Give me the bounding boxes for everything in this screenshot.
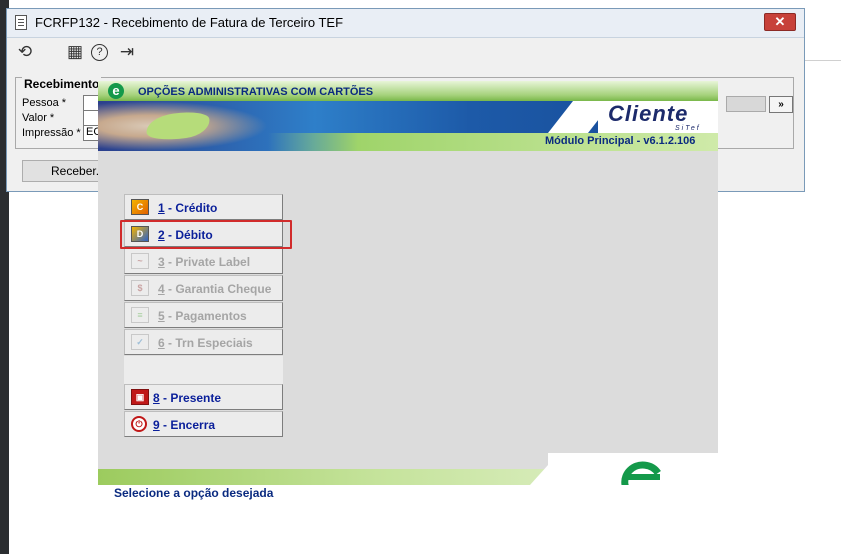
calendar-icon[interactable]: ▦ xyxy=(65,42,85,62)
check-guarantee-icon: $ xyxy=(131,280,149,296)
menu-item-text: - Crédito xyxy=(164,201,218,215)
menu-item-key: 4 xyxy=(158,282,165,296)
exit-icon[interactable]: ⇥ xyxy=(117,42,137,62)
menu-item-pagamentos: ≡ 5 - Pagamentos xyxy=(124,302,283,328)
menu-item-private-label: ~ 3 - Private Label xyxy=(124,248,283,274)
status-message: Selecione a opção desejada xyxy=(114,486,274,500)
window-titlebar[interactable]: FCRFP132 - Recebimento de Fatura de Terc… xyxy=(7,9,804,38)
pessoa-label: Pessoa * xyxy=(22,97,67,109)
special-transactions-icon: ✓ xyxy=(131,334,149,350)
lookup-field[interactable] xyxy=(726,96,766,112)
sitef-dialog: e OPÇÕES ADMINISTRATIVAS COM CARTÕES Cli… xyxy=(98,81,718,501)
menu-item-label: 3 - Private Label xyxy=(158,255,250,269)
menu-item-text: - Encerra xyxy=(159,418,216,432)
menu-item-garantia-cheque: $ 4 - Garantia Cheque xyxy=(124,275,283,301)
window-toolbar: ⟲ ▦ ? ⇥ xyxy=(7,38,804,66)
window-title: FCRFP132 - Recebimento de Fatura de Terc… xyxy=(35,15,344,30)
module-version: Módulo Principal - v6.1.2.106 xyxy=(545,135,696,147)
gift-icon: ▣ xyxy=(131,389,149,405)
window-close-button[interactable]: ✕ xyxy=(764,13,796,31)
menu-spacer xyxy=(124,356,283,384)
menu-item-key: 1 xyxy=(158,201,165,215)
menu-item-encerra[interactable]: ⏻ 9 - Encerra xyxy=(124,411,283,437)
desktop-divider xyxy=(805,60,841,61)
menu-item-key: 6 xyxy=(158,336,165,350)
document-icon xyxy=(15,15,27,30)
help-icon[interactable]: ? xyxy=(91,44,108,61)
menu-item-text: - Pagamentos xyxy=(164,309,247,323)
menu-item-label: 8 - Presente xyxy=(153,391,221,405)
brand-subtitle: SiTef xyxy=(675,125,701,132)
undo-icon[interactable]: ⟲ xyxy=(15,42,35,62)
impressao-label: Impressão * xyxy=(22,127,81,139)
group-title: Recebimento xyxy=(22,77,102,91)
menu-item-label: 4 - Garantia Cheque xyxy=(158,282,271,296)
menu-item-key: 9 xyxy=(153,418,160,432)
menu-item-text: - Presente xyxy=(159,391,222,405)
menu-item-label: 6 - Trn Especiais xyxy=(158,336,253,350)
exit-shutdown-icon: ⏻ xyxy=(131,416,147,432)
dialog-header: e OPÇÕES ADMINISTRATIVAS COM CARTÕES Cli… xyxy=(98,81,718,151)
menu-item-label: 5 - Pagamentos xyxy=(158,309,247,323)
brand-name: Cliente xyxy=(608,101,689,126)
menu-item-text: - Garantia Cheque xyxy=(164,282,272,296)
menu-item-label: 9 - Encerra xyxy=(153,418,215,432)
debito-highlight-box xyxy=(120,220,292,249)
menu-item-text: - Private Label xyxy=(164,255,251,269)
menu-item-text: - Trn Especiais xyxy=(164,336,253,350)
private-label-card-icon: ~ xyxy=(131,253,149,269)
credit-card-icon: C xyxy=(131,199,149,215)
menu-item-presente[interactable]: ▣ 8 - Presente xyxy=(124,384,283,410)
menu-item-key: 8 xyxy=(153,391,160,405)
receber-button[interactable]: Receber... xyxy=(22,160,106,182)
sitef-logo-icon: e xyxy=(108,83,124,99)
menu-item-key: 3 xyxy=(158,255,165,269)
dialog-title: OPÇÕES ADMINISTRATIVAS COM CARTÕES xyxy=(138,86,374,98)
menu-item-credito[interactable]: C 1 - Crédito xyxy=(124,194,283,220)
payments-icon: ≡ xyxy=(131,307,149,323)
menu-item-trn-especiais: ✓ 6 - Trn Especiais xyxy=(124,329,283,355)
menu-item-key: 5 xyxy=(158,309,165,323)
valor-label: Valor * xyxy=(22,112,55,124)
lookup-button[interactable]: » xyxy=(769,96,793,113)
menu-item-label: 1 - Crédito xyxy=(158,201,217,215)
